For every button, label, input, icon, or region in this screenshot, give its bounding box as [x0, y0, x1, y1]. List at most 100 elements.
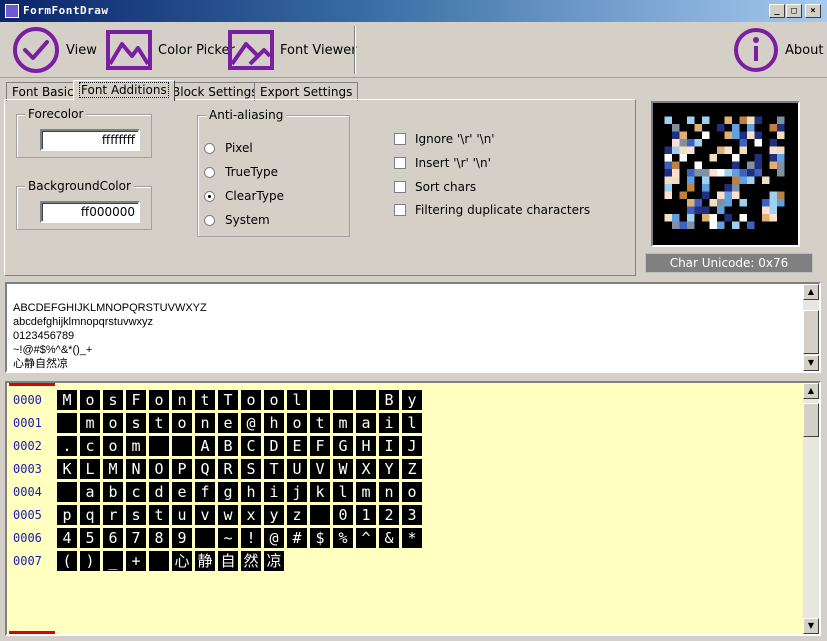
glyph-cell[interactable]: m: [356, 482, 376, 502]
glyph-cell[interactable]: ~: [218, 528, 238, 548]
glyph-cell[interactable]: t: [149, 413, 169, 433]
glyph-cell[interactable]: C: [241, 436, 261, 456]
radio-system[interactable]: System: [204, 213, 270, 227]
color-picker-button[interactable]: Color Picker: [106, 26, 235, 74]
glyph-cell[interactable]: o: [287, 413, 307, 433]
glyph-cell[interactable]: s: [126, 505, 146, 525]
glyph-cell[interactable]: M: [103, 459, 123, 479]
glyph-cell[interactable]: %: [333, 528, 353, 548]
glyph-cell[interactable]: o: [402, 482, 422, 502]
glyph-cell[interactable]: S: [241, 459, 261, 479]
glyph-cell[interactable]: o: [264, 390, 284, 410]
glyph-cell[interactable]: l: [402, 413, 422, 433]
glyph-cell[interactable]: l: [333, 482, 353, 502]
glyph-cell[interactable]: V: [310, 459, 330, 479]
glyph-cell[interactable]: P: [172, 459, 192, 479]
glyph-cell[interactable]: ): [80, 551, 100, 571]
grid-scrollbar[interactable]: ▲ ▼: [803, 383, 819, 634]
glyph-cell[interactable]: e: [218, 413, 238, 433]
glyph-cell[interactable]: R: [218, 459, 238, 479]
glyph-cell[interactable]: L: [80, 459, 100, 479]
glyph-cell[interactable]: 心: [172, 551, 192, 571]
glyph-cell[interactable]: o: [103, 436, 123, 456]
glyph-cell[interactable]: G: [333, 436, 353, 456]
glyph-cell[interactable]: i: [379, 413, 399, 433]
glyph-cell[interactable]: m: [126, 436, 146, 456]
maximize-button[interactable]: □: [786, 4, 802, 18]
glyph-cell[interactable]: [356, 390, 376, 410]
glyph-cell[interactable]: z: [287, 505, 307, 525]
glyph-cell[interactable]: p: [57, 505, 77, 525]
glyph-cell[interactable]: 2: [379, 505, 399, 525]
glyph-cell[interactable]: *: [402, 528, 422, 548]
glyph-cell[interactable]: x: [241, 505, 261, 525]
glyph-cell[interactable]: y: [402, 390, 422, 410]
background-color-input[interactable]: ff000000: [40, 201, 140, 223]
glyph-cell[interactable]: m: [80, 413, 100, 433]
view-button[interactable]: View: [12, 26, 97, 74]
glyph-cell[interactable]: _: [103, 551, 123, 571]
glyph-cell[interactable]: u: [172, 505, 192, 525]
glyph-cell[interactable]: X: [356, 459, 376, 479]
glyph-cell[interactable]: B: [379, 390, 399, 410]
glyph-cell[interactable]: o: [149, 390, 169, 410]
glyph-cell[interactable]: h: [241, 482, 261, 502]
glyph-cell[interactable]: d: [149, 482, 169, 502]
glyph-cell[interactable]: E: [287, 436, 307, 456]
glyph-cell[interactable]: .: [57, 436, 77, 456]
glyph-cell[interactable]: t: [195, 390, 215, 410]
glyph-cell[interactable]: h: [264, 413, 284, 433]
glyph-cell[interactable]: O: [149, 459, 169, 479]
glyph-cell[interactable]: 5: [80, 528, 100, 548]
glyph-cell[interactable]: [172, 436, 192, 456]
radio-truetype[interactable]: TrueType: [204, 165, 278, 179]
glyph-cell[interactable]: o: [241, 390, 261, 410]
glyph-cell[interactable]: m: [333, 413, 353, 433]
glyph-cell[interactable]: [333, 390, 353, 410]
glyph-cell[interactable]: e: [172, 482, 192, 502]
glyph-cell[interactable]: #: [287, 528, 307, 548]
glyph-cell[interactable]: 3: [402, 505, 422, 525]
scroll-thumb[interactable]: [803, 310, 819, 354]
glyph-cell[interactable]: I: [379, 436, 399, 456]
sample-scrollbar[interactable]: ▲ ▼: [803, 284, 819, 371]
scroll-down-button[interactable]: ▼: [803, 618, 819, 634]
glyph-cell[interactable]: 8: [149, 528, 169, 548]
checkbox-sort-chars[interactable]: Sort chars: [394, 180, 476, 194]
glyph-cell[interactable]: F: [310, 436, 330, 456]
glyph-cell[interactable]: (: [57, 551, 77, 571]
glyph-cell[interactable]: N: [126, 459, 146, 479]
close-button[interactable]: ×: [805, 4, 821, 18]
scroll-thumb[interactable]: [803, 403, 819, 437]
glyph-cell[interactable]: [310, 505, 330, 525]
glyph-cell[interactable]: t: [149, 505, 169, 525]
glyph-cell[interactable]: @: [264, 528, 284, 548]
checkbox-insert-crlf[interactable]: Insert '\r' '\n': [394, 156, 491, 170]
glyph-cell[interactable]: K: [57, 459, 77, 479]
glyph-cell[interactable]: 然: [241, 551, 261, 571]
glyph-cell[interactable]: q: [80, 505, 100, 525]
sample-text-area[interactable]: ABCDEFGHIJKLMNOPQRSTUVWXYZ abcdefghijklm…: [5, 282, 821, 373]
glyph-cell[interactable]: F: [126, 390, 146, 410]
glyph-cell[interactable]: Q: [195, 459, 215, 479]
about-button[interactable]: About: [733, 26, 823, 74]
glyph-cell[interactable]: t: [310, 413, 330, 433]
glyph-cell[interactable]: y: [264, 505, 284, 525]
glyph-cell[interactable]: n: [195, 413, 215, 433]
glyph-cell[interactable]: b: [103, 482, 123, 502]
radio-cleartype[interactable]: ClearType: [204, 189, 284, 203]
glyph-cell[interactable]: l: [287, 390, 307, 410]
glyph-cell[interactable]: $: [310, 528, 330, 548]
glyph-cell[interactable]: T: [218, 390, 238, 410]
glyph-cell[interactable]: [57, 413, 77, 433]
glyph-cell[interactable]: D: [264, 436, 284, 456]
minimize-button[interactable]: _: [769, 4, 785, 18]
glyph-cell[interactable]: r: [103, 505, 123, 525]
glyph-cell[interactable]: o: [80, 390, 100, 410]
glyph-cell[interactable]: o: [172, 413, 192, 433]
tab-font-additions[interactable]: Font Additions: [73, 80, 175, 101]
glyph-cell[interactable]: c: [80, 436, 100, 456]
glyph-cell[interactable]: w: [218, 505, 238, 525]
glyph-cell[interactable]: o: [103, 413, 123, 433]
radio-pixel[interactable]: Pixel: [204, 141, 253, 155]
